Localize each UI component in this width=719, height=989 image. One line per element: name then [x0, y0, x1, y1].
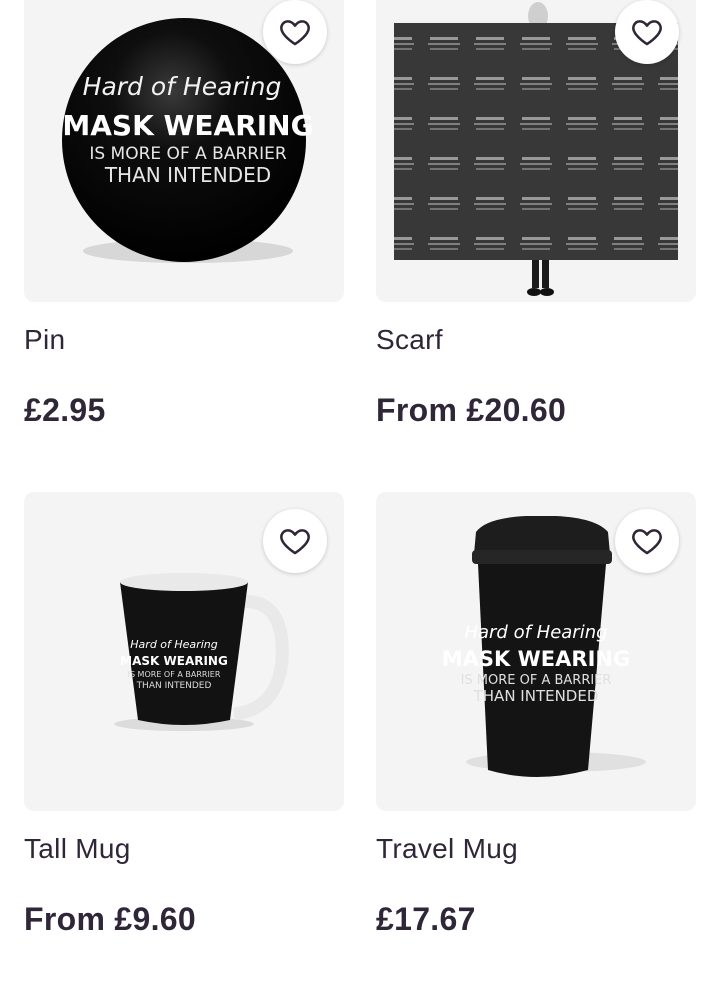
pin-text-line4: THAN INTENDED [104, 163, 271, 187]
heart-outline-icon [280, 20, 310, 46]
product-image-scarf[interactable] [376, 0, 696, 302]
travel-mug-text-line3: IS MORE OF A BARRIER [461, 673, 612, 688]
product-price: £2.95 [24, 392, 106, 428]
pin-text-line2: MASK WEARING [62, 109, 313, 142]
product-card-travel-mug[interactable]: Hard of Hearing MASK WEARING IS MORE OF … [376, 492, 696, 938]
favorite-button[interactable] [263, 509, 327, 573]
pin-text-line3: IS MORE OF A BARRIER [89, 144, 286, 164]
heart-outline-icon [280, 529, 310, 555]
heart-outline-icon [632, 529, 662, 555]
mug-text-line3: IS MORE OF A BARRIER [128, 670, 221, 679]
product-name[interactable]: Pin [24, 324, 344, 356]
product-image-pin[interactable]: Hard of Hearing MASK WEARING IS MORE OF … [24, 0, 344, 302]
product-card-pin[interactable]: Hard of Hearing MASK WEARING IS MORE OF … [24, 0, 344, 429]
product-card-scarf[interactable]: Scarf From £20.60 [376, 0, 696, 429]
travel-mug-text-line2: MASK WEARING [442, 647, 630, 671]
travel-mug-text-line1: Hard of Hearing [464, 622, 607, 643]
product-price: From £9.60 [24, 901, 196, 937]
mug-text-line1: Hard of Hearing [130, 638, 217, 651]
product-name[interactable]: Travel Mug [376, 833, 696, 865]
product-image-tall-mug[interactable]: Hard of Hearing MASK WEARING IS MORE OF … [24, 492, 344, 811]
product-name[interactable]: Scarf [376, 324, 696, 356]
pin-text-line1: Hard of Hearing [83, 72, 282, 101]
favorite-button[interactable] [615, 0, 679, 64]
product-card-tall-mug[interactable]: Hard of Hearing MASK WEARING IS MORE OF … [24, 492, 344, 938]
mug-text-line4: THAN INTENDED [136, 681, 212, 691]
product-price: From £20.60 [376, 392, 567, 428]
product-image-travel-mug[interactable]: Hard of Hearing MASK WEARING IS MORE OF … [376, 492, 696, 811]
product-price: £17.67 [376, 901, 476, 937]
travel-mug-text-line4: THAN INTENDED [473, 687, 599, 705]
mug-text-line2: MASK WEARING [120, 654, 228, 668]
favorite-button[interactable] [615, 509, 679, 573]
product-name[interactable]: Tall Mug [24, 833, 344, 865]
heart-outline-icon [632, 20, 662, 46]
favorite-button[interactable] [263, 0, 327, 64]
